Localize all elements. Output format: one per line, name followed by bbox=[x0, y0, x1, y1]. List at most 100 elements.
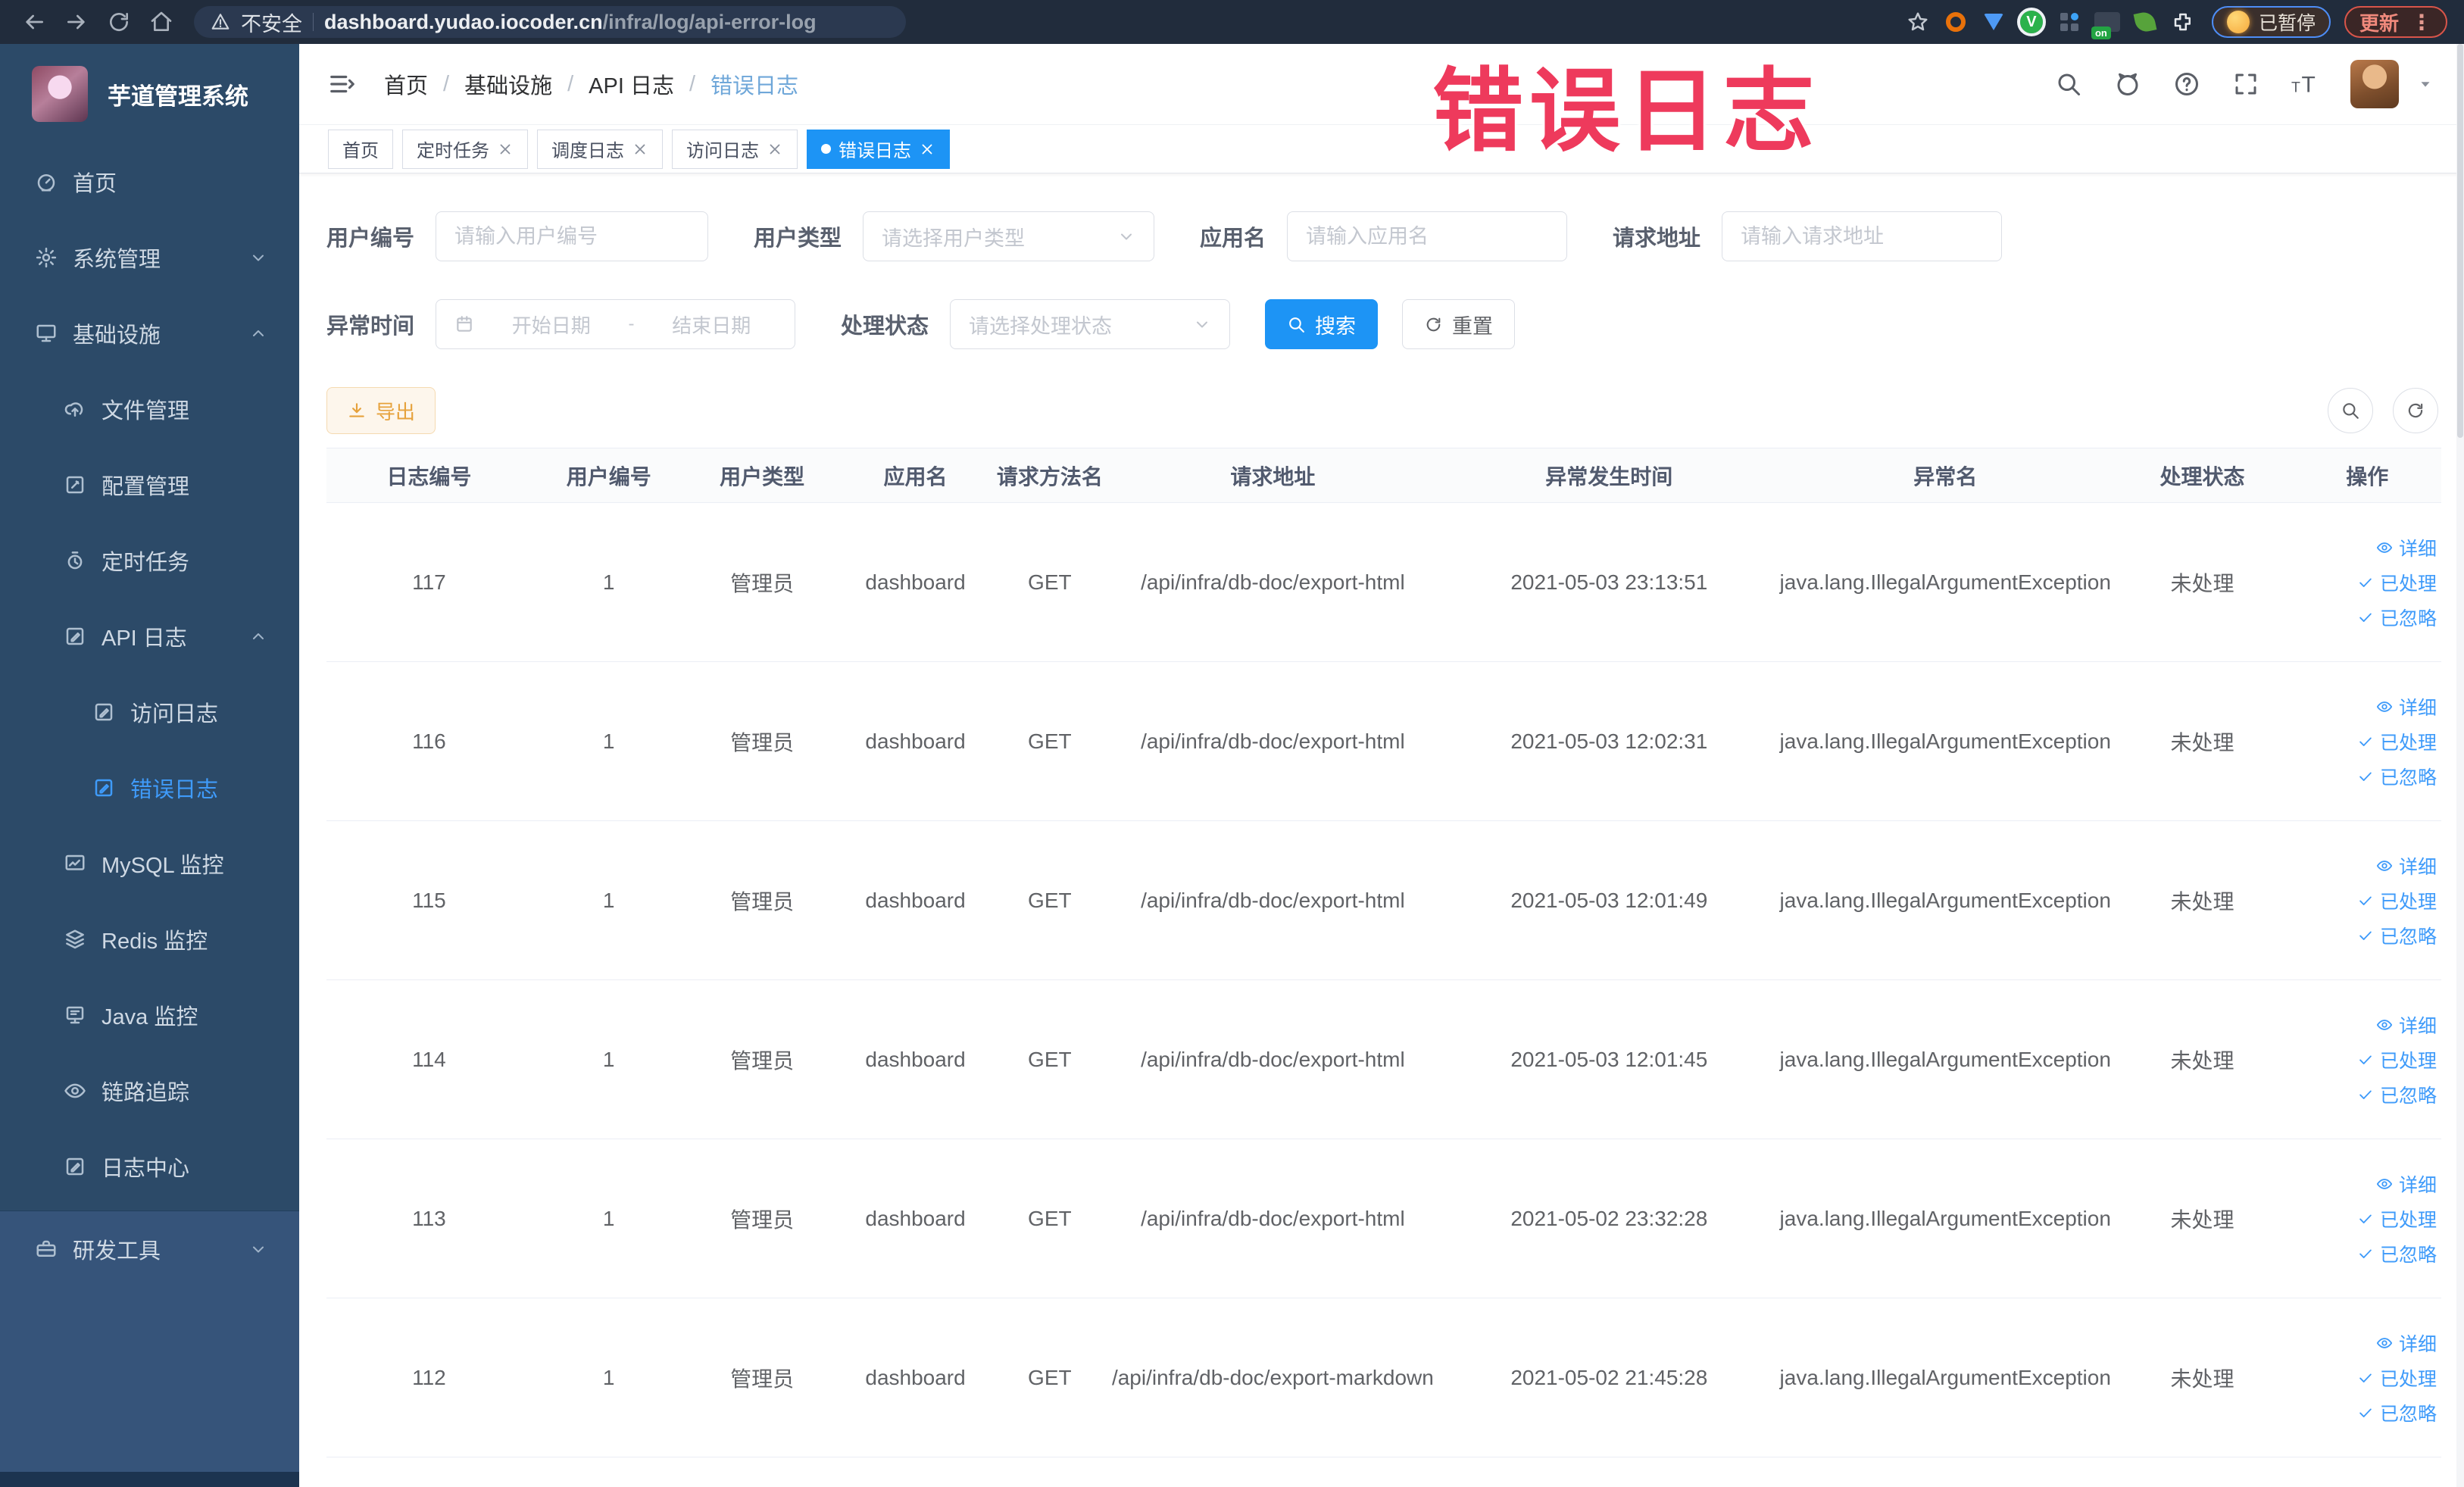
extension-green-v-icon[interactable]: V bbox=[2016, 7, 2047, 37]
font-size-icon[interactable]: TT bbox=[2291, 70, 2319, 98]
action-详细-link[interactable]: 详细 bbox=[2294, 530, 2437, 565]
status-cell: 未处理 bbox=[2111, 1298, 2294, 1457]
action-已处理-link[interactable]: 已处理 bbox=[2294, 1042, 2437, 1077]
sidebar-item-基础设施[interactable]: 基础设施 bbox=[0, 295, 299, 371]
refresh-table-button[interactable] bbox=[2393, 388, 2438, 433]
action-已处理-link[interactable]: 已处理 bbox=[2294, 565, 2437, 600]
help-icon[interactable] bbox=[2173, 70, 2200, 98]
sidebar-item-API-日志[interactable]: API 日志 bbox=[0, 598, 299, 674]
action-已忽略-link[interactable]: 已忽略 bbox=[2294, 1077, 2437, 1112]
sidebar-item-Redis-监控[interactable]: Redis 监控 bbox=[0, 901, 299, 977]
date-separator: - bbox=[628, 314, 635, 334]
browser-back-button[interactable] bbox=[17, 5, 52, 39]
export-button[interactable]: 导出 bbox=[326, 387, 436, 434]
tab-close-icon[interactable] bbox=[767, 141, 783, 158]
search-button[interactable]: 搜索 bbox=[1265, 299, 1379, 349]
hamburger-menu-icon[interactable] bbox=[328, 70, 357, 98]
app-name-input[interactable] bbox=[1306, 212, 1549, 261]
sidebar-item-定时任务[interactable]: 定时任务 bbox=[0, 523, 299, 598]
avatar-caret-down-icon[interactable] bbox=[2417, 76, 2434, 92]
sidebar-collapse-bar[interactable] bbox=[0, 1472, 299, 1487]
sidebar-item-配置管理[interactable]: 配置管理 bbox=[0, 447, 299, 523]
action-label: 详细 bbox=[2398, 697, 2437, 719]
extension-grid-icon[interactable] bbox=[2054, 7, 2085, 37]
extension-on-switch-icon[interactable]: on bbox=[2091, 7, 2122, 39]
status-select[interactable]: 请选择处理状态 bbox=[950, 299, 1231, 349]
breadcrumb-item-API-日志[interactable]: API 日志 bbox=[589, 68, 674, 100]
request-url-input[interactable] bbox=[1741, 212, 1984, 261]
page-url: dashboard.yudao.iocoder.cn/infra/log/api… bbox=[324, 11, 817, 34]
browser-update-button[interactable]: 更新 ⋮ bbox=[2344, 6, 2447, 38]
action-详细-link[interactable]: 详细 bbox=[2294, 1326, 2437, 1360]
tab-访问日志[interactable]: 访问日志 bbox=[672, 129, 798, 169]
sidebar-item-链路追踪[interactable]: 链路追踪 bbox=[0, 1053, 299, 1129]
extension-leaf-icon[interactable] bbox=[2130, 7, 2160, 37]
user-id-input[interactable] bbox=[454, 212, 690, 261]
action-详细-link[interactable]: 详细 bbox=[2294, 689, 2437, 724]
user-id-cell: 1 bbox=[531, 502, 686, 662]
sidebar-item-首页[interactable]: 首页 bbox=[0, 144, 299, 220]
operations-cell: 详细已处理 已忽略 bbox=[2293, 661, 2441, 821]
breadcrumb-item-首页[interactable]: 首页 bbox=[384, 68, 428, 100]
user-avatar[interactable] bbox=[2350, 60, 2399, 108]
sidebar-item-系统管理[interactable]: 系统管理 bbox=[0, 220, 299, 295]
browser-reload-button[interactable] bbox=[101, 5, 136, 39]
sidebar-item-日志中心[interactable]: 日志中心 bbox=[0, 1129, 299, 1204]
sidebar-item-文件管理[interactable]: 文件管理 bbox=[0, 371, 299, 447]
extension-blue-shield-icon[interactable] bbox=[1978, 7, 2009, 37]
browser-menu-kebab-icon[interactable]: ⋮ bbox=[2411, 10, 2432, 35]
user-type-select[interactable]: 请选择用户类型 bbox=[863, 211, 1155, 261]
action-已处理-link[interactable]: 已处理 bbox=[2294, 1360, 2437, 1395]
check-icon bbox=[2357, 1370, 2374, 1386]
action-已忽略-link[interactable]: 已忽略 bbox=[2294, 918, 2437, 953]
bookmark-star-icon[interactable] bbox=[1903, 7, 1933, 37]
page-scrollbar[interactable] bbox=[2456, 44, 2464, 1487]
tab-close-icon[interactable] bbox=[919, 141, 935, 158]
eye-icon bbox=[2376, 858, 2393, 874]
action-已忽略-link[interactable]: 已忽略 bbox=[2294, 600, 2437, 635]
extension-orange-ring-icon[interactable] bbox=[1941, 7, 1971, 37]
action-已忽略-link[interactable]: 已忽略 bbox=[2294, 759, 2437, 794]
browser-forward-button[interactable] bbox=[59, 5, 94, 39]
reset-button[interactable]: 重置 bbox=[1402, 299, 1516, 349]
tab-错误日志[interactable]: 错误日志 bbox=[807, 129, 950, 169]
fullscreen-icon[interactable] bbox=[2232, 70, 2259, 98]
action-详细-link[interactable]: 详细 bbox=[2294, 1007, 2437, 1042]
action-详细-link[interactable]: 详细 bbox=[2294, 1167, 2437, 1201]
check-icon bbox=[2357, 927, 2374, 944]
tab-调度日志[interactable]: 调度日志 bbox=[537, 129, 663, 169]
sidebar-item-MySQL-监控[interactable]: MySQL 监控 bbox=[0, 826, 299, 901]
check-icon bbox=[2357, 733, 2374, 750]
action-已处理-link[interactable]: 已处理 bbox=[2294, 883, 2437, 918]
exception-time-range-picker[interactable]: 开始日期 - 结束日期 bbox=[436, 299, 796, 349]
action-已处理-link[interactable]: 已处理 bbox=[2294, 724, 2437, 759]
extensions-puzzle-icon[interactable] bbox=[2168, 7, 2198, 37]
action-已处理-link[interactable]: 已处理 bbox=[2294, 1201, 2437, 1236]
action-已忽略-link[interactable]: 已忽略 bbox=[2294, 1236, 2437, 1271]
search-icon[interactable] bbox=[2055, 70, 2082, 98]
tab-首页[interactable]: 首页 bbox=[328, 129, 393, 169]
sidebar-item-访问日志[interactable]: 访问日志 bbox=[0, 674, 299, 750]
tab-定时任务[interactable]: 定时任务 bbox=[402, 129, 528, 169]
column-header-异常名: 异常名 bbox=[1779, 448, 2112, 503]
sidebar-item-错误日志[interactable]: 错误日志 bbox=[0, 750, 299, 826]
action-已忽略-link[interactable]: 已忽略 bbox=[2294, 1395, 2437, 1430]
url-host: dashboard.yudao.iocoder.cn bbox=[324, 10, 603, 33]
sidebar-item-研发工具[interactable]: 研发工具 bbox=[0, 1211, 299, 1287]
sidebar-item-label: 错误日志 bbox=[130, 778, 219, 802]
profile-paused-chip[interactable]: 已暂停 bbox=[2211, 6, 2331, 38]
end-date-placeholder: 结束日期 bbox=[672, 314, 751, 337]
time-cell: 2021-05-03 12:01:45 bbox=[1438, 979, 1780, 1139]
action-详细-link[interactable]: 详细 bbox=[2294, 848, 2437, 883]
sidebar-logo[interactable]: 芋道管理系统 bbox=[0, 44, 299, 144]
tab-close-icon[interactable] bbox=[497, 141, 514, 158]
browser-home-button[interactable] bbox=[144, 5, 179, 39]
address-bar[interactable]: 不安全 dashboard.yudao.iocoder.cn/infra/log… bbox=[194, 6, 906, 38]
breadcrumb-item-基础设施[interactable]: 基础设施 bbox=[464, 68, 552, 100]
github-icon[interactable] bbox=[2114, 70, 2141, 98]
sidebar-item-label: 文件管理 bbox=[101, 399, 190, 423]
method-cell: GET bbox=[992, 1298, 1107, 1457]
tab-close-icon[interactable] bbox=[632, 141, 648, 158]
sidebar-item-Java-监控[interactable]: Java 监控 bbox=[0, 977, 299, 1053]
toggle-search-button[interactable] bbox=[2328, 388, 2373, 433]
